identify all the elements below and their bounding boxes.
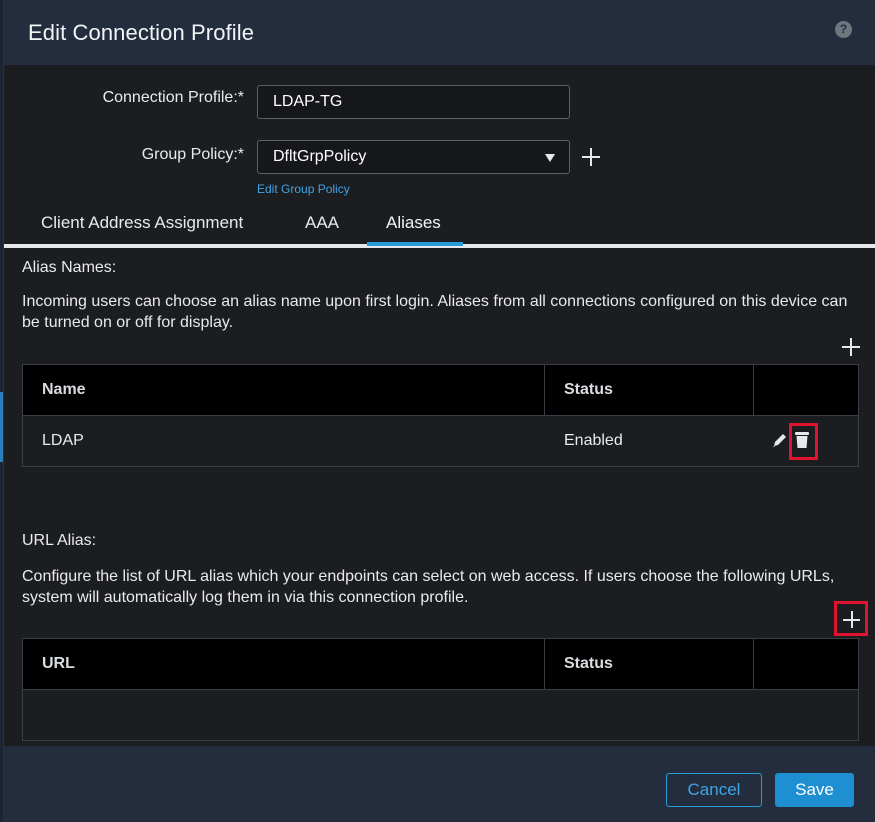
column-separator bbox=[753, 639, 754, 689]
alias-names-title: Alias Names: bbox=[22, 259, 117, 276]
column-separator bbox=[753, 365, 754, 415]
dialog-title: Edit Connection Profile bbox=[28, 19, 255, 45]
group-policy-row: Group Policy:* DfltGrpPolicy bbox=[4, 140, 875, 174]
delete-highlight-box bbox=[789, 423, 818, 460]
group-policy-select[interactable]: DfltGrpPolicy bbox=[257, 140, 570, 174]
tab-client-address-assignment[interactable]: Client Address Assignment bbox=[41, 205, 243, 245]
cancel-button[interactable]: Cancel bbox=[666, 773, 762, 807]
dialog-header: Edit Connection Profile ? bbox=[4, 0, 875, 65]
group-policy-label: Group Policy:* bbox=[141, 146, 244, 163]
connection-profile-row: Connection Profile:* bbox=[4, 85, 875, 119]
pencil-icon[interactable] bbox=[771, 431, 789, 449]
column-header-status: Status bbox=[564, 381, 613, 398]
alias-names-description: Incoming users can choose an alias name … bbox=[22, 293, 848, 331]
url-alias-table: URL Status bbox=[22, 638, 859, 741]
column-separator bbox=[544, 365, 545, 415]
connection-profile-label: Connection Profile:* bbox=[102, 89, 244, 106]
table-row: LDAP Enabled bbox=[23, 416, 858, 466]
alias-names-table-header: Name Status bbox=[23, 365, 858, 416]
column-separator bbox=[544, 639, 545, 689]
connection-profile-input[interactable] bbox=[257, 85, 570, 119]
dialog-footer: Cancel Save bbox=[4, 746, 875, 822]
group-policy-selected-value: DfltGrpPolicy bbox=[273, 148, 367, 165]
dropdown-caret-icon bbox=[545, 154, 555, 162]
active-tab-indicator bbox=[367, 242, 463, 246]
column-header-name: Name bbox=[42, 381, 86, 398]
edit-connection-profile-dialog: Edit Connection Profile ? Connection Pro… bbox=[3, 0, 875, 822]
url-alias-description: Configure the list of URL alias which yo… bbox=[22, 568, 835, 606]
url-alias-title: URL Alias: bbox=[22, 532, 97, 549]
empty-table-body bbox=[23, 690, 858, 740]
alias-names-table: Name Status LDAP Enabled bbox=[22, 364, 859, 467]
alias-status-cell: Enabled bbox=[564, 432, 623, 449]
url-alias-table-header: URL Status bbox=[23, 639, 858, 690]
tab-aaa[interactable]: AAA bbox=[305, 205, 339, 245]
save-button[interactable]: Save bbox=[775, 773, 854, 807]
edit-group-policy-link[interactable]: Edit Group Policy bbox=[257, 182, 350, 196]
add-group-policy-plus-icon[interactable] bbox=[582, 148, 600, 166]
column-header-status: Status bbox=[564, 655, 613, 672]
question-mark-icon[interactable]: ? bbox=[835, 21, 852, 38]
tab-bar: Client Address Assignment AAA Aliases bbox=[4, 205, 875, 249]
column-header-url: URL bbox=[42, 655, 75, 672]
add-alias-plus-icon[interactable] bbox=[842, 338, 860, 356]
add-url-highlight-box bbox=[834, 601, 868, 636]
tab-aliases[interactable]: Aliases bbox=[386, 205, 441, 245]
alias-name-cell: LDAP bbox=[42, 432, 84, 449]
